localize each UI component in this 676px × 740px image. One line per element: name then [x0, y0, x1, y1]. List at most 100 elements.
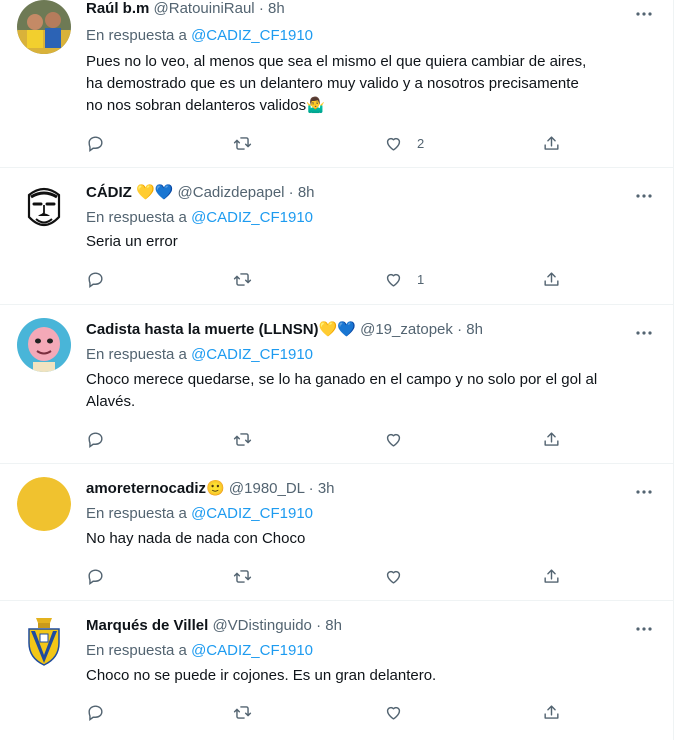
reply-context: En respuesta a @CADIZ_CF1910 [86, 641, 313, 661]
tweet-actions [86, 429, 566, 449]
tweet-3[interactable]: Cadista hasta la muerte (LLNSN)💛💙 @19_za… [0, 304, 673, 464]
share-button[interactable] [542, 566, 561, 586]
retweet-icon [233, 705, 252, 719]
tweet-text: Seria un error [86, 231, 656, 253]
avatar[interactable] [17, 614, 71, 668]
display-name[interactable]: Raúl b.m [86, 0, 149, 17]
timestamp[interactable]: 8h [298, 184, 315, 201]
reply-context: En respuesta a @CADIZ_CF1910 [86, 504, 313, 524]
user-handle[interactable]: @VDistinguido [212, 617, 311, 634]
reply-mention-link[interactable]: @CADIZ_CF1910 [191, 505, 313, 522]
reply-mention-link[interactable]: @CADIZ_CF1910 [191, 346, 313, 363]
like-button[interactable]: 1 [384, 269, 424, 289]
more-options-icon[interactable] [634, 186, 654, 206]
display-name[interactable]: amoreternocadiz [86, 480, 206, 497]
tweet-text: No hay nada de nada con Choco [86, 528, 656, 550]
reply-context: En respuesta a @CADIZ_CF1910 [86, 208, 313, 228]
retweet-button[interactable] [233, 269, 252, 289]
yellow-avatar-icon [17, 477, 71, 531]
user-handle[interactable]: @19_zatopek [360, 321, 453, 338]
share-icon [544, 431, 559, 446]
reply-button[interactable] [86, 566, 105, 586]
tweet-actions [86, 702, 566, 722]
cartoon-avatar-icon [17, 318, 71, 372]
timestamp[interactable]: 8h [466, 321, 483, 338]
retweet-button[interactable] [233, 429, 252, 449]
reply-mention-link[interactable]: @CADIZ_CF1910 [191, 27, 313, 44]
tweet-header: Cadista hasta la muerte (LLNSN)💛💙 @19_za… [86, 320, 483, 340]
retweet-icon [233, 432, 252, 446]
retweet-button[interactable] [233, 133, 252, 153]
reply-icon [88, 568, 103, 585]
name-emoji: 🙂 [206, 480, 225, 497]
tweet-text-line: Choco merece quedarse, se lo ha ganado e… [86, 371, 598, 388]
reply-mention-link[interactable]: @CADIZ_CF1910 [191, 642, 313, 659]
share-button[interactable] [542, 702, 561, 722]
retweet-button[interactable] [233, 566, 252, 586]
more-options-icon[interactable] [634, 619, 654, 639]
display-name[interactable]: Cadista hasta la muerte (LLNSN) [86, 321, 319, 338]
avatar[interactable] [17, 318, 71, 372]
separator-dot: · [457, 321, 463, 338]
like-button[interactable] [384, 429, 403, 449]
mask-avatar-icon [17, 181, 71, 235]
avatar[interactable] [17, 0, 71, 54]
like-button[interactable] [384, 566, 403, 586]
avatar[interactable] [17, 477, 71, 531]
tweet-text-line: Alavés. [86, 393, 136, 410]
user-handle[interactable]: @Cadizdepapel [178, 184, 285, 201]
more-options-icon[interactable] [634, 482, 654, 502]
reply-prefix: En respuesta a [86, 209, 187, 226]
reply-feed: Raúl b.m @RatouiniRaul · 8h En respuesta… [0, 0, 674, 740]
tweet-actions: 1 [86, 269, 566, 289]
avatar[interactable] [17, 181, 71, 235]
avatar-photo-icon [17, 0, 71, 54]
more-options-icon[interactable] [634, 4, 654, 24]
like-button[interactable] [384, 702, 403, 722]
share-icon [544, 271, 559, 286]
tweet-4[interactable]: amoreternocadiz🙂 @1980_DL · 3h En respue… [0, 463, 673, 601]
share-icon [544, 704, 559, 719]
tweet-5[interactable]: Marqués de Villel @VDistinguido · 8h En … [0, 600, 673, 740]
display-name[interactable]: Marqués de Villel [86, 617, 208, 634]
share-button[interactable] [542, 429, 561, 449]
club-crest-icon [17, 614, 71, 668]
reply-icon [88, 431, 103, 448]
like-icon [386, 706, 401, 720]
timestamp[interactable]: 8h [325, 617, 342, 634]
like-count: 1 [417, 271, 425, 287]
reply-button[interactable] [86, 133, 105, 153]
reply-prefix: En respuesta a [86, 27, 187, 44]
share-button[interactable] [542, 269, 561, 289]
reply-button[interactable] [86, 269, 105, 289]
tweet-header: CÁDIZ 💛💙 @Cadizdepapel · 8h [86, 183, 315, 203]
user-handle[interactable]: @1980_DL [229, 480, 305, 497]
share-button[interactable] [542, 133, 561, 153]
reply-button[interactable] [86, 429, 105, 449]
retweet-icon [233, 569, 252, 583]
reply-button[interactable] [86, 702, 105, 722]
reply-icon [88, 271, 103, 288]
timestamp[interactable]: 8h [268, 0, 285, 17]
share-icon [544, 568, 559, 583]
tweet-text-line: No hay nada de nada con Choco [86, 530, 306, 547]
separator-dot: · [316, 617, 322, 634]
timestamp[interactable]: 3h [318, 480, 335, 497]
more-options-icon[interactable] [634, 323, 654, 343]
tweet-2[interactable]: CÁDIZ 💛💙 @Cadizdepapel · 8h En respuesta… [0, 167, 673, 305]
tweet-header: Marqués de Villel @VDistinguido · 8h [86, 616, 342, 636]
reply-prefix: En respuesta a [86, 346, 187, 363]
retweet-button[interactable] [233, 702, 252, 722]
display-name[interactable]: CÁDIZ [86, 184, 132, 201]
name-emoji: 💛💙 [318, 321, 356, 338]
share-icon [544, 135, 559, 150]
tweet-text-line: Pues no lo veo, al menos que sea el mism… [86, 53, 587, 70]
like-button[interactable]: 2 [384, 133, 424, 153]
user-handle[interactable]: @RatouiniRaul [154, 0, 255, 17]
reply-context: En respuesta a @CADIZ_CF1910 [86, 26, 313, 46]
tweet-1[interactable]: Raúl b.m @RatouiniRaul · 8h En respuesta… [0, 0, 673, 168]
reply-context: En respuesta a @CADIZ_CF1910 [86, 345, 313, 365]
tweet-text-line: Seria un error [86, 233, 178, 250]
reply-mention-link[interactable]: @CADIZ_CF1910 [191, 209, 313, 226]
reply-prefix: En respuesta a [86, 642, 187, 659]
